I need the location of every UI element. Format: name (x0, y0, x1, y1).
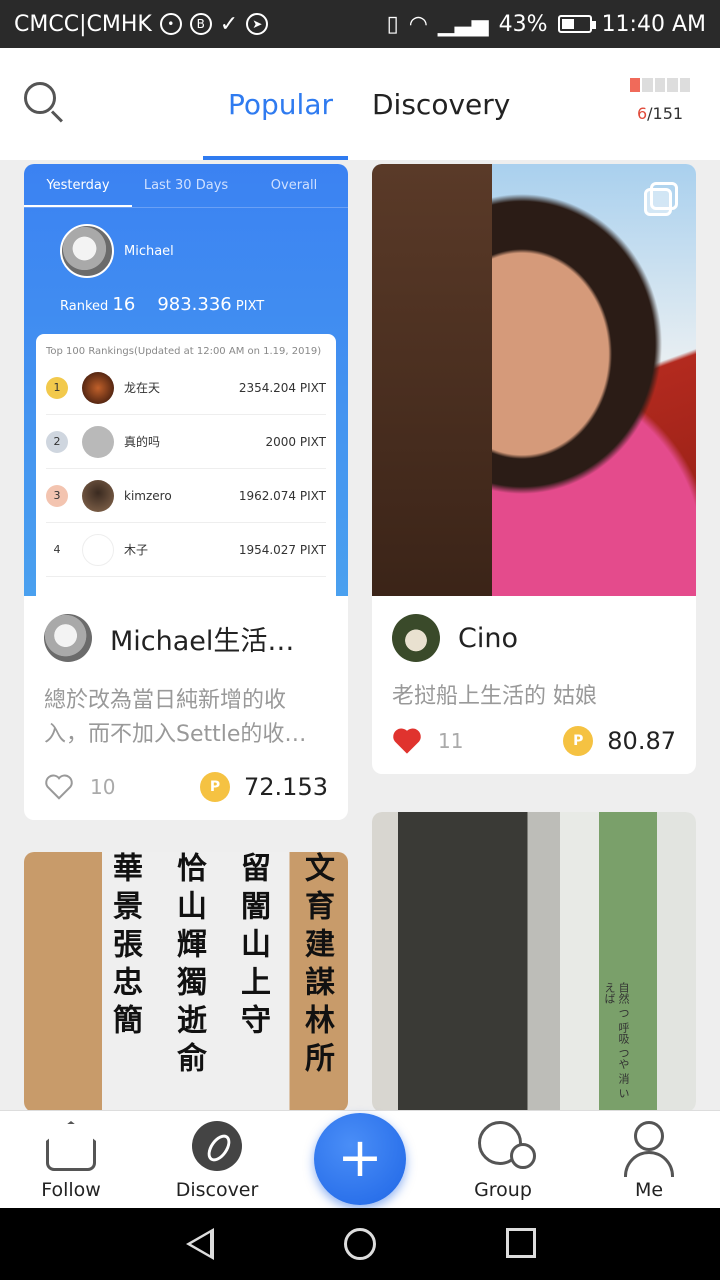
feed[interactable]: Yesterday Last 30 Days Overall Michael R… (0, 160, 720, 1110)
nav-group[interactable]: Group (448, 1121, 558, 1201)
b-icon: B (189, 13, 212, 35)
ranking-row: 1 龙在天 2354.204 PIXT (46, 361, 326, 415)
post-image[interactable]: 文育建謀林所 留闇山上守 恰山輝獨逝俞 華景張忠簡 (24, 852, 348, 1110)
calligraphy-text: 文育建謀林所 留闇山上守 恰山輝獨逝俞 華景張忠簡 (107, 852, 334, 1080)
coin-icon: P (200, 772, 231, 802)
avatar (82, 533, 114, 566)
compass-icon (192, 1121, 242, 1171)
avatar (82, 479, 114, 512)
battery-percent: 43% (498, 11, 548, 37)
ranking-amount: 983.336 (157, 294, 232, 315)
post-card[interactable]: 文育建謀林所 留闇山上守 恰山輝獨逝俞 華景張忠簡 (24, 852, 348, 1110)
person-icon (624, 1121, 674, 1177)
progress-total: /151 (647, 104, 684, 123)
price-value: 72.153 (244, 773, 328, 801)
author-name[interactable]: Michael生活日… (110, 619, 320, 658)
ranking-row: 3 kimzero 1962.074 PIXT (46, 469, 326, 523)
system-nav-bar (0, 1208, 720, 1280)
ranking-tabs: Yesterday Last 30 Days Overall (24, 164, 348, 208)
search-icon (24, 82, 56, 114)
multi-image-icon (644, 182, 678, 216)
ranking-tab-overall: Overall (270, 178, 318, 193)
telegram-icon: ➤ (246, 13, 269, 35)
top-header: Popular Discovery 6/151 (0, 48, 720, 160)
post-price: P 80.87 (563, 726, 676, 756)
progress-counter: 6/151 (630, 78, 691, 123)
ranking-user: Michael (24, 208, 348, 294)
avatar (82, 425, 114, 458)
coin-icon: P (563, 726, 594, 756)
avatar (82, 371, 114, 404)
ranking-position: 16 (112, 294, 136, 315)
ranking-tab-yesterday: Yesterday (24, 164, 132, 207)
progress-current: 6 (636, 104, 648, 123)
heart-filled-icon (393, 728, 421, 754)
post-image[interactable]: 自然 つ 呼吸 つや 消 い えば (372, 812, 696, 1110)
post-description: 總於改為當日純新增的收入，而不加入Settle的收… (44, 688, 307, 747)
ranking-row: 2 真的吗 2000 PIXT (46, 415, 326, 469)
post-stats: 10 P 72.153 (44, 772, 328, 802)
post-card-body: Michael生活日… 總於改為當日純新增的收入，而不加入Settle的收… 1… (24, 596, 348, 820)
wechat-icon: • (159, 13, 182, 35)
ranking-stats: Ranked 16 983.336 PIXT (60, 294, 265, 315)
post-stats: 11 P 80.87 (392, 726, 676, 756)
ranking-tab-30days: Last 30 Days (143, 178, 229, 193)
image-caption: 自然 つ 呼吸 つや 消 い えば (603, 982, 630, 1099)
post-card[interactable]: 自然 つ 呼吸 つや 消 い えば (372, 812, 696, 1110)
like-button[interactable]: 11 (392, 727, 463, 755)
create-post-button[interactable]: + (314, 1113, 406, 1205)
post-price: P 72.153 (200, 772, 328, 802)
price-value: 80.87 (607, 727, 676, 755)
carrier-label: CMCC|CMHK (14, 11, 152, 37)
post-image[interactable]: Yesterday Last 30 Days Overall Michael R… (24, 164, 348, 596)
check-icon: ✓ (219, 11, 239, 37)
ranking-list: Top 100 Rankings(Updated at 12:00 AM on … (36, 334, 336, 596)
post-author[interactable]: Cino (392, 614, 676, 662)
post-author[interactable]: Michael生活日… (44, 614, 328, 662)
recents-icon[interactable] (506, 1228, 536, 1258)
wifi-icon: ◠ (408, 11, 428, 37)
search-button[interactable] (24, 82, 64, 123)
progress-bars (630, 78, 691, 92)
avatar[interactable] (44, 614, 92, 662)
avatar[interactable] (392, 614, 440, 662)
ranking-list-title: Top 100 Rankings(Updated at 12:00 AM on … (46, 346, 322, 357)
nav-me[interactable]: Me (594, 1121, 704, 1201)
vibrate-icon: ▯ (386, 11, 399, 37)
post-description: 老挝船上生活的 姑娘 (392, 684, 597, 709)
post-card[interactable]: Yesterday Last 30 Days Overall Michael R… (24, 164, 348, 820)
tab-discovery[interactable]: Discovery (372, 88, 510, 121)
like-count: 10 (90, 775, 116, 799)
nav-discover[interactable]: Discover (162, 1121, 272, 1201)
heart-outline-icon (45, 774, 73, 800)
tab-popular[interactable]: Popular (228, 88, 333, 121)
avatar (60, 224, 114, 278)
post-card[interactable]: Cino 老挝船上生活的 姑娘 11 P 80.87 (372, 164, 696, 774)
group-icon (478, 1121, 536, 1171)
post-image[interactable] (372, 164, 696, 596)
ranking-row: 4 木子 1954.027 PIXT (46, 523, 326, 577)
nav-follow[interactable]: Follow (16, 1121, 126, 1201)
battery-icon (557, 15, 596, 33)
status-bar: CMCC|CMHK • B ✓ ➤ ▯ ◠ ▁▃▅ 43% 11:40 AM (0, 0, 720, 48)
signal-icon: ▁▃▅ (437, 11, 489, 37)
back-icon[interactable] (186, 1228, 218, 1260)
author-name[interactable]: Cino (458, 623, 518, 654)
home-icon (46, 1121, 96, 1171)
ranking-username: Michael (124, 243, 174, 259)
like-button[interactable]: 10 (44, 773, 115, 801)
clock: 11:40 AM (601, 11, 706, 37)
post-card-body: Cino 老挝船上生活的 姑娘 11 P 80.87 (372, 596, 696, 774)
home-circle-icon[interactable] (344, 1228, 376, 1260)
like-count: 11 (438, 729, 464, 753)
